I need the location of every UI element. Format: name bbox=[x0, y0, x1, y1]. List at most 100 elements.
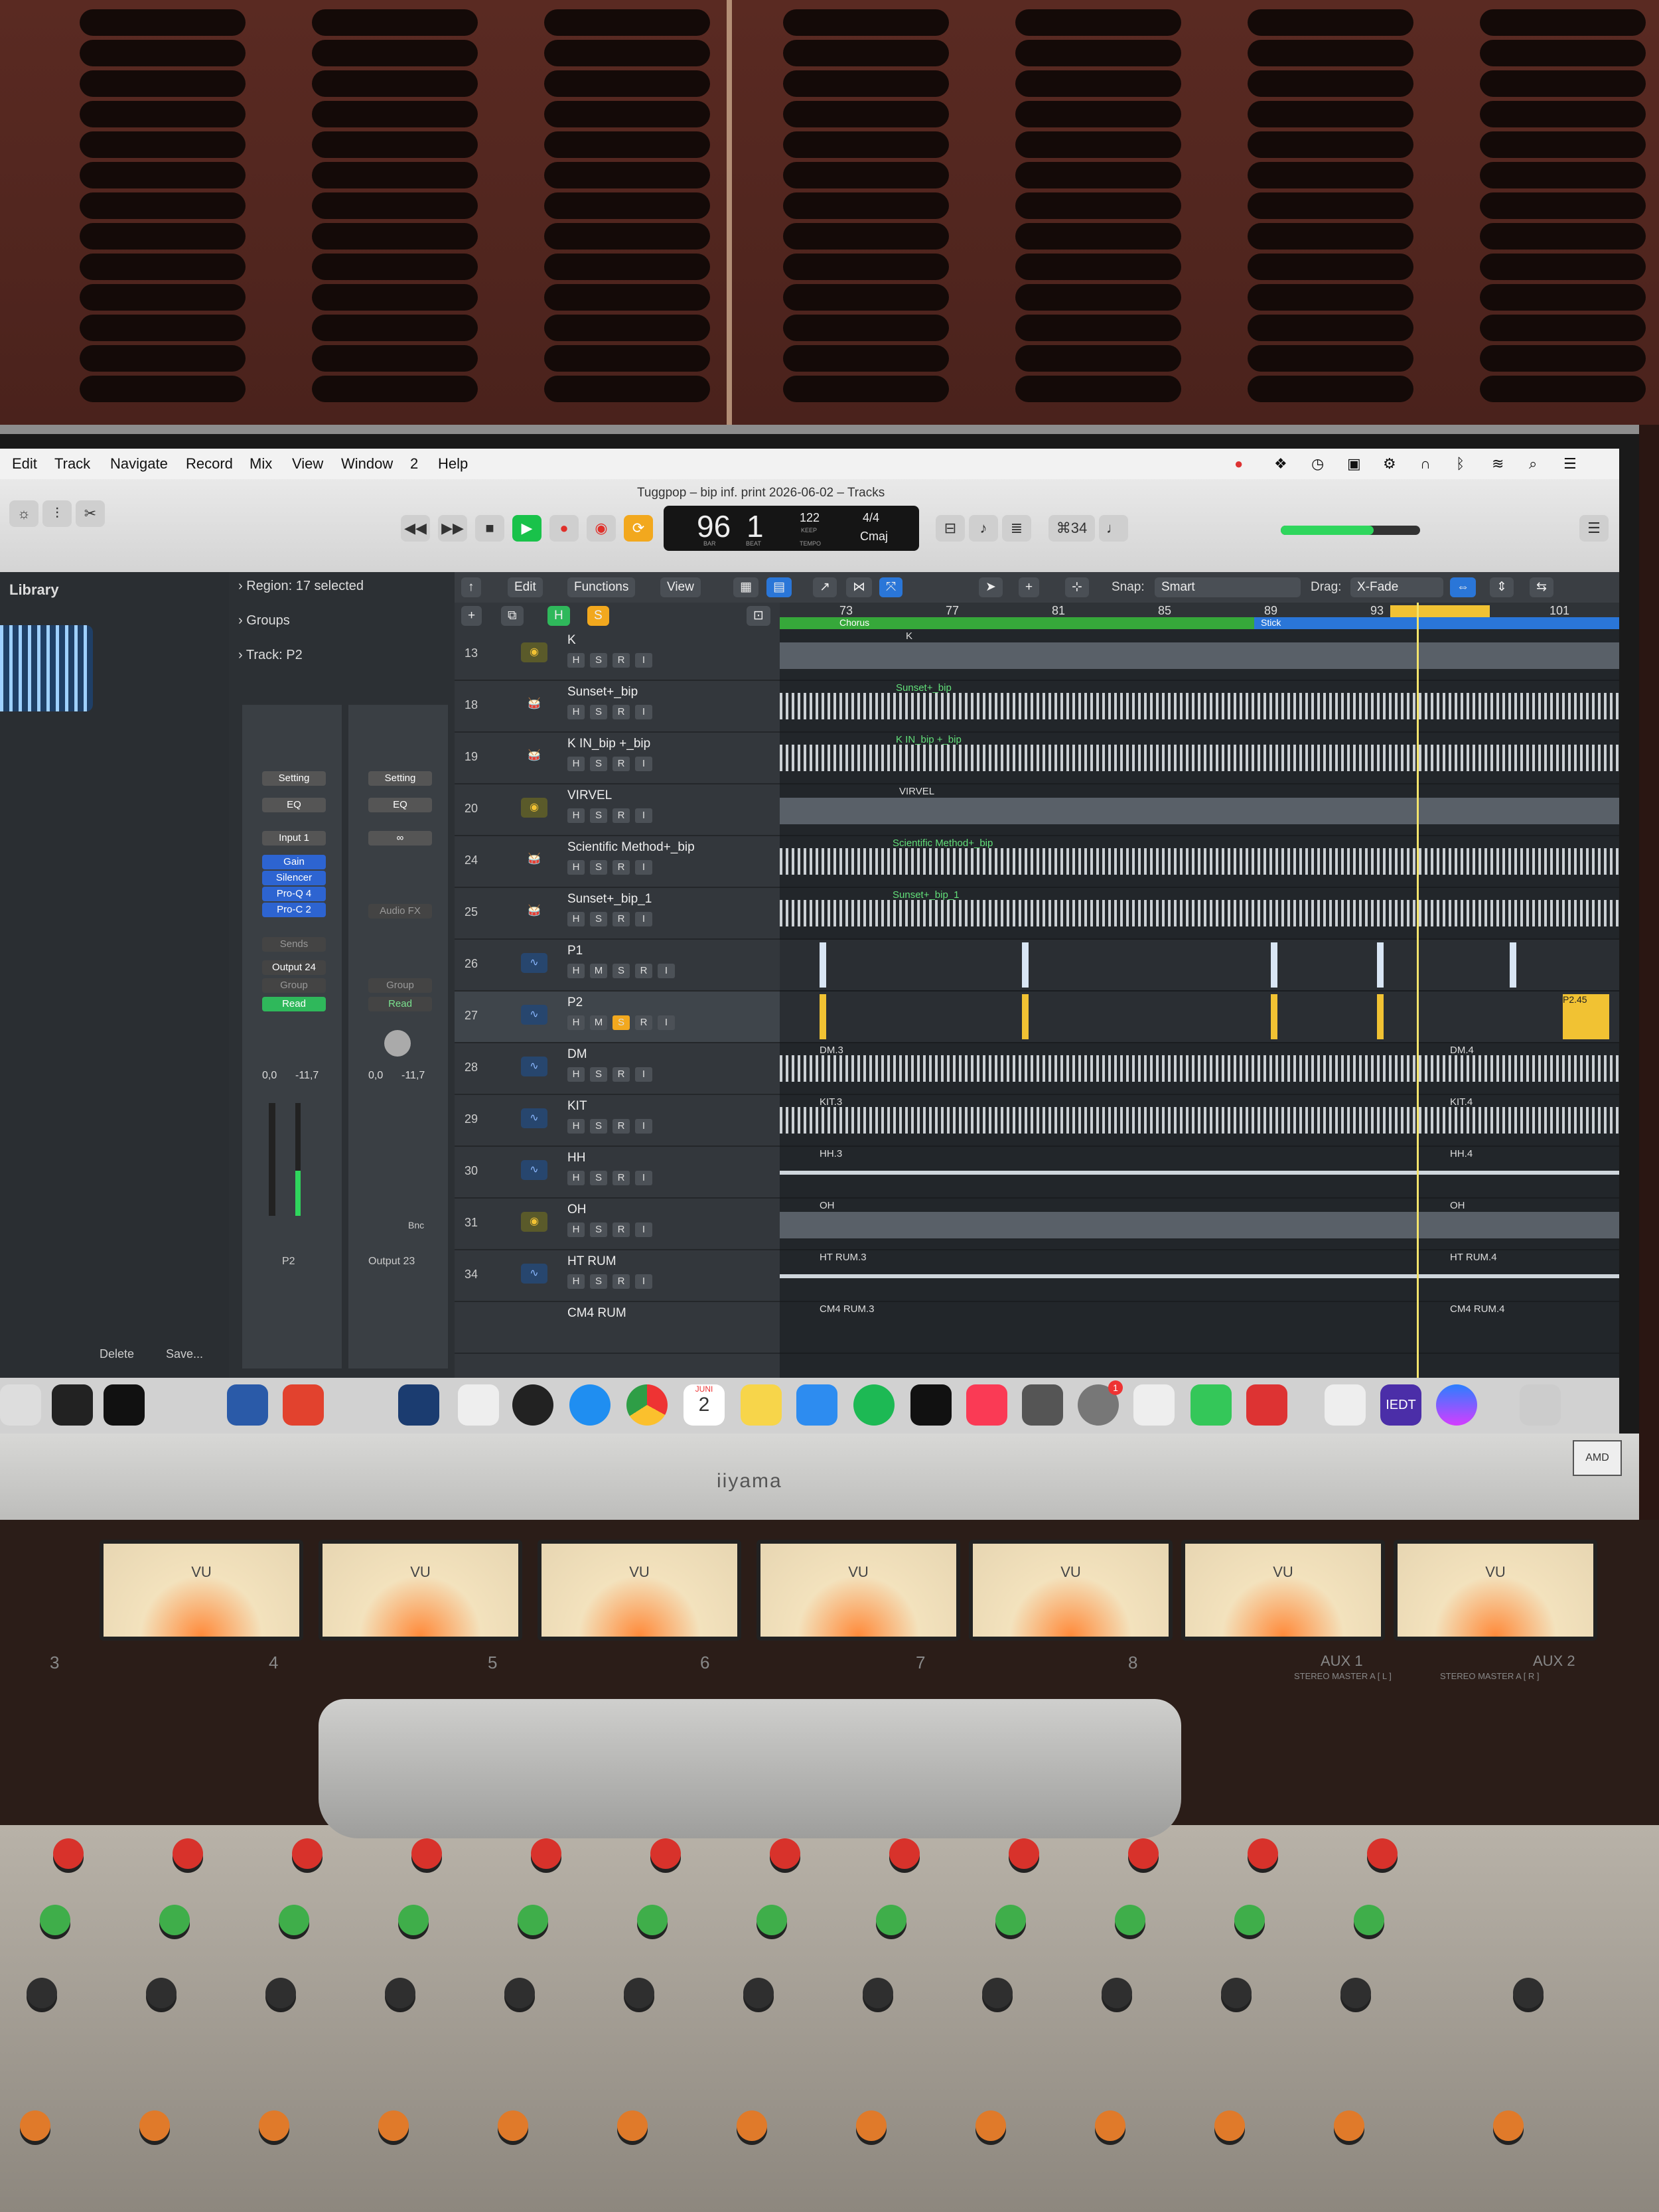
eq-knob[interactable] bbox=[411, 1838, 442, 1869]
control-icon[interactable]: ⚙ bbox=[1383, 455, 1396, 473]
play-button[interactable]: ▶ bbox=[512, 515, 541, 542]
lane-k-in-bip[interactable]: K IN_bip +_bip bbox=[780, 733, 1619, 784]
lane-p2[interactable]: P2.45 bbox=[780, 992, 1619, 1043]
iedt-app-icon[interactable]: IEDT bbox=[1380, 1384, 1421, 1426]
collapse-icon[interactable]: ⊡ bbox=[747, 606, 770, 626]
track-controls[interactable]: HSRI bbox=[567, 912, 658, 926]
aux-knob[interactable] bbox=[1493, 2110, 1524, 2141]
track-row-cm4-rum[interactable]: CM4 RUM bbox=[455, 1302, 780, 1354]
pencil-tool-icon[interactable]: + bbox=[1019, 577, 1040, 597]
messenger-icon[interactable] bbox=[1436, 1384, 1477, 1426]
plugin-pro-c-2[interactable]: Pro-C 2 bbox=[262, 903, 326, 917]
aux-knob[interactable] bbox=[856, 2110, 887, 2141]
eq-knob-green[interactable] bbox=[757, 1905, 787, 1935]
mixer-icon[interactable]: ⫶ bbox=[42, 500, 72, 527]
track-controls[interactable]: HSRI bbox=[567, 705, 658, 719]
marquee-tool-icon[interactable]: ⊹ bbox=[1065, 577, 1089, 597]
aux-knob[interactable] bbox=[1095, 2110, 1125, 2141]
dropbox-icon[interactable]: ❖ bbox=[1274, 455, 1287, 473]
eq-knob[interactable] bbox=[292, 1838, 323, 1869]
scissors-icon[interactable]: ✂ bbox=[76, 500, 105, 527]
finder-app-icon[interactable] bbox=[227, 1384, 268, 1426]
count-in-badge[interactable]: ⌘34 bbox=[1048, 515, 1095, 542]
gain-knob[interactable] bbox=[27, 1978, 57, 2008]
marker-stick[interactable]: Stick bbox=[1254, 617, 1619, 629]
track-row-p1[interactable]: 26 ∿ P1 HMSRI bbox=[455, 940, 780, 992]
gain-knob[interactable] bbox=[982, 1978, 1013, 2008]
eq-knob-green[interactable] bbox=[1115, 1905, 1145, 1935]
eq-knob-green[interactable] bbox=[159, 1905, 190, 1935]
input-button[interactable]: Input 1 bbox=[262, 831, 326, 846]
eq-knob[interactable] bbox=[1248, 1838, 1278, 1869]
audio-region[interactable] bbox=[1377, 942, 1384, 988]
bluetooth-icon[interactable]: ᛒ bbox=[1456, 455, 1465, 473]
menu-record[interactable]: Record bbox=[186, 455, 233, 473]
track-row-k-in-bip[interactable]: 19 🥁 K IN_bip +_bip HSRI bbox=[455, 733, 780, 784]
eq-button-2[interactable]: EQ bbox=[368, 798, 432, 812]
menu-help[interactable]: Help bbox=[438, 455, 468, 473]
track-row-sunset-bip-1[interactable]: 25 🥁 Sunset+_bip_1 HSRI bbox=[455, 888, 780, 940]
gain-knob[interactable] bbox=[1102, 1978, 1132, 2008]
aux-knob[interactable] bbox=[1334, 2110, 1364, 2141]
gain-knob[interactable] bbox=[385, 1978, 415, 2008]
marker-chorus[interactable]: Chorus bbox=[780, 617, 1254, 629]
snap-select[interactable]: Smart bbox=[1155, 577, 1301, 597]
eq-knob[interactable] bbox=[173, 1838, 203, 1869]
eq-knob-green[interactable] bbox=[876, 1905, 906, 1935]
audio-region[interactable] bbox=[820, 994, 826, 1039]
music-icon[interactable] bbox=[966, 1384, 1007, 1426]
volume-fader[interactable] bbox=[269, 1103, 275, 1216]
audio-fx-slot[interactable]: Audio FX bbox=[368, 904, 432, 919]
gain-knob[interactable] bbox=[1340, 1978, 1371, 2008]
eq-knob[interactable] bbox=[531, 1838, 561, 1869]
audio-region[interactable] bbox=[1271, 994, 1277, 1039]
track-controls[interactable]: HSRI bbox=[567, 1119, 658, 1134]
track-inspector-toggle[interactable]: › Track: P2 bbox=[238, 648, 303, 663]
alignment-icon[interactable]: ⤧ bbox=[879, 577, 903, 597]
menu-navigate[interactable]: Navigate bbox=[110, 455, 168, 473]
notes-icon[interactable] bbox=[741, 1384, 782, 1426]
hide-toggle[interactable]: H bbox=[547, 606, 570, 626]
lane-k[interactable]: K bbox=[780, 629, 1619, 681]
playhead[interactable] bbox=[1417, 603, 1419, 1378]
calendar-icon[interactable]: JUNI 2 bbox=[684, 1384, 725, 1426]
setting-button-2[interactable]: Setting bbox=[368, 771, 432, 786]
automation-read-button[interactable]: Read bbox=[262, 997, 326, 1011]
gain-knob[interactable] bbox=[504, 1978, 535, 2008]
tidal-icon[interactable] bbox=[910, 1384, 952, 1426]
chrome-icon[interactable] bbox=[626, 1384, 668, 1426]
aux-knob[interactable] bbox=[1214, 2110, 1245, 2141]
track-row-hh[interactable]: 30 ∿ HH HSRI bbox=[455, 1147, 780, 1199]
stop-button[interactable]: ■ bbox=[475, 515, 504, 542]
track-row-dm[interactable]: 28 ∿ DM HSRI bbox=[455, 1043, 780, 1095]
arc-icon[interactable] bbox=[1325, 1384, 1366, 1426]
link-icon[interactable]: ∞ bbox=[368, 831, 432, 846]
screens-icon[interactable]: ▣ bbox=[1347, 455, 1361, 473]
aux-knob[interactable] bbox=[139, 2110, 170, 2141]
group-slot[interactable]: Group bbox=[262, 978, 326, 993]
cube-app-icon[interactable] bbox=[283, 1384, 324, 1426]
audio-region[interactable] bbox=[1022, 994, 1029, 1039]
eq-knob-green[interactable] bbox=[1234, 1905, 1265, 1935]
plugin-pro-q-4[interactable]: Pro-Q 4 bbox=[262, 887, 326, 901]
eq-knob-green[interactable] bbox=[518, 1905, 548, 1935]
audio-region[interactable] bbox=[780, 1055, 1619, 1082]
audio-region-p2-45[interactable]: P2.45 bbox=[1563, 994, 1609, 1039]
audio-app-icon[interactable] bbox=[104, 1384, 145, 1426]
control-center-icon[interactable]: ☰ bbox=[1563, 455, 1577, 473]
notepad-icon[interactable]: ≣ bbox=[1002, 515, 1031, 542]
region-inspector-toggle[interactable]: › Region: 17 selected bbox=[238, 579, 364, 594]
gain-knob[interactable] bbox=[863, 1978, 893, 2008]
messages-icon[interactable] bbox=[1190, 1384, 1232, 1426]
grid-icon[interactable]: ▦ bbox=[733, 577, 758, 597]
aux-knob[interactable] bbox=[737, 2110, 767, 2141]
eq-knob-green[interactable] bbox=[279, 1905, 309, 1935]
bar-ruler[interactable]: 73 77 81 85 89 93 97 101 Chorus Stick bbox=[780, 603, 1619, 629]
track-row-kit[interactable]: 29 ∿ KIT HSRI bbox=[455, 1095, 780, 1147]
gain-knob[interactable] bbox=[146, 1978, 177, 2008]
track-row-scientific-method[interactable]: 24 🥁 Scientific Method+_bip HSRI bbox=[455, 836, 780, 888]
eq-knob-green[interactable] bbox=[995, 1905, 1026, 1935]
lane-kit[interactable]: KIT.3 KIT.4 bbox=[780, 1095, 1619, 1147]
audio-region[interactable] bbox=[780, 1274, 1619, 1278]
track-row-p2-selected[interactable]: 27 ∿ P2 HMSRI bbox=[455, 992, 780, 1043]
